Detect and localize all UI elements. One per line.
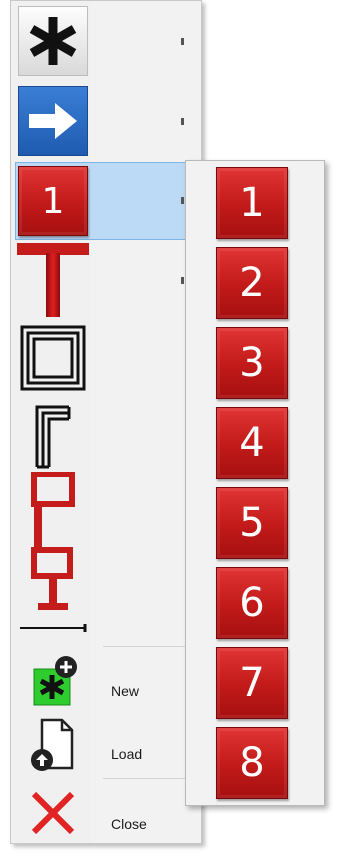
menu-item-asterisk[interactable] bbox=[11, 1, 201, 81]
asterisk-icon bbox=[18, 6, 88, 76]
submenu-number-3[interactable]: 3 bbox=[216, 327, 288, 399]
menu-item-double-square[interactable] bbox=[11, 319, 201, 397]
flag-icon bbox=[31, 472, 75, 548]
close-icon bbox=[31, 791, 75, 835]
submenu-number-1[interactable]: 1 bbox=[216, 167, 288, 239]
menu-item-flag[interactable] bbox=[11, 471, 201, 549]
t-shape-icon bbox=[17, 243, 89, 317]
new-asterisk-icon bbox=[33, 656, 77, 706]
submenu-number-4[interactable]: 4 bbox=[216, 407, 288, 479]
number-icon: 1 bbox=[18, 166, 88, 236]
menu-item-new[interactable]: New bbox=[11, 649, 201, 713]
menu-item-load[interactable]: Load bbox=[11, 713, 201, 777]
context-menu: 1 New Load Close bbox=[10, 0, 202, 844]
submenu-arrow-icon bbox=[181, 277, 184, 284]
double-square-icon bbox=[20, 325, 86, 391]
pin-icon bbox=[31, 547, 73, 610]
menu-item-corner[interactable] bbox=[11, 397, 201, 475]
load-file-icon bbox=[31, 718, 74, 771]
menu-item-pin[interactable] bbox=[11, 546, 201, 616]
submenu-number-2[interactable]: 2 bbox=[216, 247, 288, 319]
menu-item-number[interactable]: 1 bbox=[11, 162, 201, 240]
menu-item-arrow[interactable] bbox=[11, 81, 201, 161]
submenu-arrow-icon bbox=[181, 38, 184, 45]
load-label: Load bbox=[111, 746, 143, 762]
submenu-arrow-icon bbox=[181, 118, 184, 125]
submenu-number-7[interactable]: 7 bbox=[216, 647, 288, 719]
menu-item-close[interactable]: Close bbox=[11, 781, 201, 843]
menu-item-t-shape[interactable] bbox=[11, 241, 201, 319]
arrow-right-icon bbox=[18, 86, 88, 156]
submenu-number-6[interactable]: 6 bbox=[216, 567, 288, 639]
submenu-number-8[interactable]: 8 bbox=[216, 727, 288, 799]
corner-icon bbox=[35, 405, 71, 469]
close-label: Close bbox=[111, 816, 147, 832]
new-label: New bbox=[111, 683, 140, 699]
number-submenu: 1 2 3 4 5 6 7 8 bbox=[185, 160, 325, 806]
line-icon bbox=[20, 624, 87, 632]
menu-item-line[interactable] bbox=[11, 617, 201, 639]
submenu-number-5[interactable]: 5 bbox=[216, 487, 288, 559]
submenu-arrow-icon bbox=[181, 197, 184, 204]
